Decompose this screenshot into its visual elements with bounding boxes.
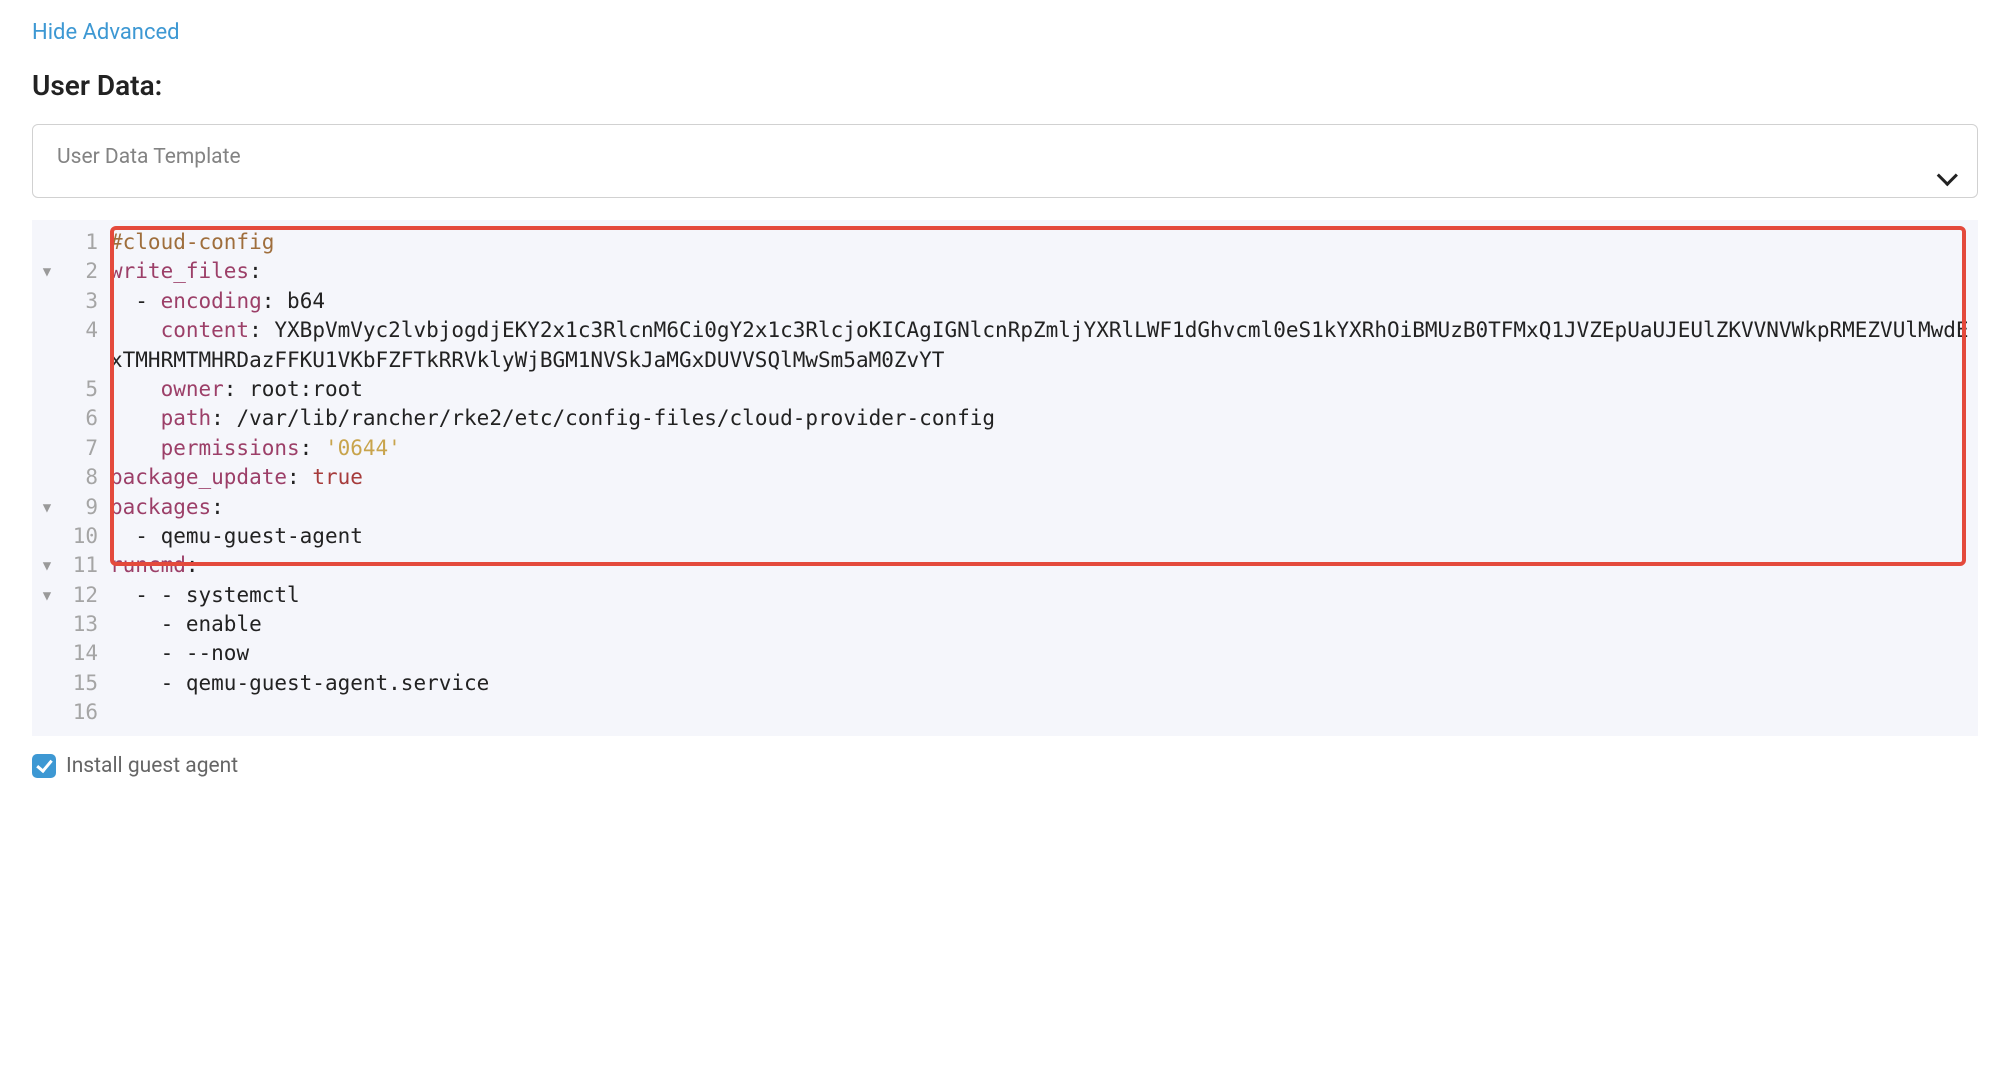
code-content[interactable]: write_files: [110,257,1978,286]
fold-toggle-icon[interactable]: ▼ [32,581,62,607]
user-data-code-editor[interactable]: 1#cloud-config▼2write_files:3 - encoding… [32,220,1978,736]
fold-toggle-icon [32,287,62,293]
line-number: 9 [62,493,110,522]
fold-toggle-icon [32,228,62,234]
fold-toggle-icon [32,698,62,704]
line-number: 3 [62,287,110,316]
code-content[interactable]: packages: [110,493,1978,522]
line-number: 2 [62,257,110,286]
code-line[interactable]: 6 path: /var/lib/rancher/rke2/etc/config… [32,404,1978,433]
code-content[interactable]: - - systemctl [110,581,1978,610]
code-content[interactable]: - enable [110,610,1978,639]
chevron-down-icon [1937,171,1955,183]
install-guest-agent-row: Install guest agent [32,754,1978,778]
code-line[interactable]: 4 content: YXBpVmVyc2lvbjogdjEKY2x1c3Rlc… [32,316,1978,375]
install-guest-agent-label: Install guest agent [66,754,238,778]
code-line[interactable]: 7 permissions: '0644' [32,434,1978,463]
fold-toggle-icon [32,669,62,675]
code-line[interactable]: 16 [32,698,1978,727]
fold-toggle-icon [32,463,62,469]
install-guest-agent-checkbox[interactable] [32,754,56,778]
code-line[interactable]: ▼12 - - systemctl [32,581,1978,610]
fold-toggle-icon [32,610,62,616]
code-line[interactable]: ▼9packages: [32,493,1978,522]
fold-toggle-icon [32,434,62,440]
code-line[interactable]: 5 owner: root:root [32,375,1978,404]
code-content[interactable]: - qemu-guest-agent.service [110,669,1978,698]
code-line[interactable]: ▼11runcmd: [32,551,1978,580]
code-line[interactable]: 14 - --now [32,639,1978,668]
code-line[interactable]: 13 - enable [32,610,1978,639]
code-line[interactable]: 1#cloud-config [32,228,1978,257]
line-number: 7 [62,434,110,463]
fold-toggle-icon[interactable]: ▼ [32,551,62,577]
line-number: 4 [62,316,110,345]
code-content[interactable]: content: YXBpVmVyc2lvbjogdjEKY2x1c3RlcnM… [110,316,1978,375]
line-number: 5 [62,375,110,404]
code-line[interactable]: 3 - encoding: b64 [32,287,1978,316]
user-data-template-select-label: User Data Template [57,145,241,169]
code-content[interactable]: - --now [110,639,1978,668]
fold-toggle-icon [32,639,62,645]
fold-toggle-icon [32,375,62,381]
fold-toggle-icon [32,404,62,410]
fold-toggle-icon [32,316,62,322]
user-data-heading: User Data: [32,69,1978,102]
user-data-template-select[interactable]: User Data Template [32,124,1978,198]
code-content[interactable]: - encoding: b64 [110,287,1978,316]
code-line[interactable]: 10 - qemu-guest-agent [32,522,1978,551]
hide-advanced-link[interactable]: Hide Advanced [32,20,180,45]
line-number: 8 [62,463,110,492]
code-content[interactable]: path: /var/lib/rancher/rke2/etc/config-f… [110,404,1978,433]
code-content[interactable]: #cloud-config [110,228,1978,257]
line-number: 13 [62,610,110,639]
line-number: 11 [62,551,110,580]
line-number: 14 [62,639,110,668]
fold-toggle-icon[interactable]: ▼ [32,493,62,519]
code-content[interactable]: permissions: '0644' [110,434,1978,463]
line-number: 1 [62,228,110,257]
code-content[interactable]: runcmd: [110,551,1978,580]
line-number: 15 [62,669,110,698]
code-line[interactable]: ▼2write_files: [32,257,1978,286]
fold-toggle-icon[interactable]: ▼ [32,257,62,283]
code-content[interactable]: package_update: true [110,463,1978,492]
fold-toggle-icon [32,522,62,528]
line-number: 16 [62,698,110,727]
code-line[interactable]: 15 - qemu-guest-agent.service [32,669,1978,698]
line-number: 12 [62,581,110,610]
line-number: 6 [62,404,110,433]
code-content[interactable]: owner: root:root [110,375,1978,404]
code-line[interactable]: 8package_update: true [32,463,1978,492]
line-number: 10 [62,522,110,551]
code-content[interactable]: - qemu-guest-agent [110,522,1978,551]
